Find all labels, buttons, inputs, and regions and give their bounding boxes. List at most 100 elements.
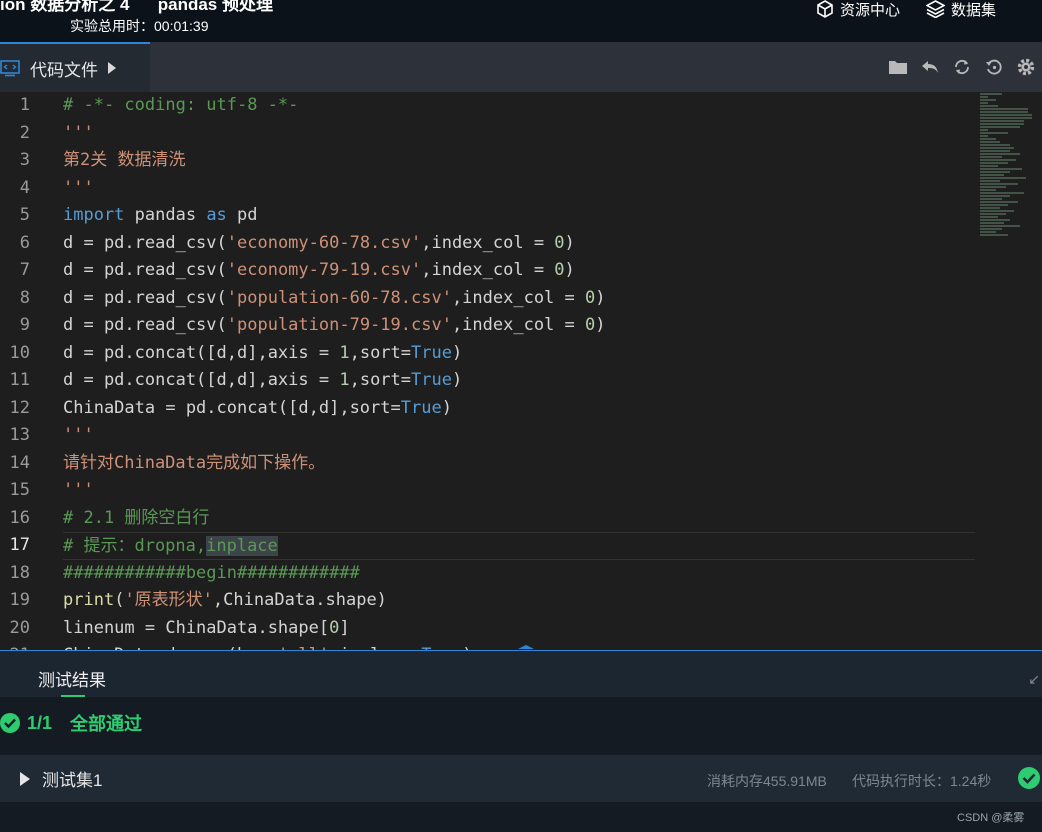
cube-icon [817, 0, 833, 18]
tab-code-file-label: 代码文件 [30, 60, 98, 80]
layers-icon [926, 0, 945, 18]
minimap-line [980, 177, 1026, 179]
code-line[interactable]: 请针对ChinaData完成如下操作。 [63, 450, 972, 478]
dataset-link[interactable]: 数据集 [926, 0, 996, 19]
check-circle-icon [1018, 767, 1040, 789]
line-number: 18 [9, 562, 30, 583]
minimap-line [980, 192, 1024, 194]
code-line[interactable]: d = pd.read_csv('population-60-78.csv',i… [63, 285, 972, 313]
code-line[interactable]: d = pd.concat([d,d],axis = 1,sort=True) [63, 367, 972, 395]
resource-center-link[interactable]: 资源中心 [816, 0, 901, 19]
code-file-icon [0, 59, 20, 77]
editor-tools [882, 42, 1042, 92]
tab-code-file[interactable]: 代码文件 [0, 42, 150, 92]
minimap-line [980, 153, 1020, 155]
line-number: 2 [19, 122, 30, 143]
check-circle-icon [0, 713, 20, 733]
top-header: ion 数据分析之 4 pandas 预处理 实验总用时：00:01:39 资源… [0, 0, 1042, 42]
minimap-line [980, 213, 1006, 215]
line-number: 16 [9, 507, 30, 528]
code-line[interactable]: # -*- coding: utf-8 -*- [63, 92, 972, 120]
line-number: 20 [9, 617, 30, 638]
minimap-line [980, 156, 1002, 158]
folder-button[interactable] [882, 51, 914, 83]
code-line[interactable]: # 2.1 删除空白行 [63, 505, 972, 533]
minimap-line [980, 222, 1004, 224]
line-number-active: 17 [9, 535, 30, 555]
gear-icon [1017, 58, 1035, 76]
minimap-line [980, 111, 1028, 113]
code-line[interactable]: 第2关 数据清洗 [63, 147, 972, 175]
line-number: 21 [0, 642, 44, 650]
settings-button[interactable] [1010, 51, 1042, 83]
page-title: ion 数据分析之 4 pandas 预处理 [0, 0, 273, 14]
minimap-line [980, 162, 1008, 164]
line-number: 10 [9, 342, 30, 363]
line-number: 14 [9, 452, 30, 473]
minimap-line [980, 201, 1018, 203]
code-line-current[interactable]: # 提示：dropna,inplace [63, 532, 975, 560]
undo-button[interactable] [914, 51, 946, 83]
minimap-line [980, 165, 998, 167]
minimap-line [980, 108, 1028, 110]
tab-test-results[interactable]: 测试结果 [38, 666, 106, 691]
resource-center-label: 资源中心 [840, 1, 901, 19]
line-number: 13 [9, 425, 30, 445]
code-line[interactable]: ''' [63, 477, 972, 505]
code-line[interactable]: d = pd.read_csv('economy-60-78.csv',inde… [63, 230, 972, 258]
code-line[interactable]: ''' [63, 175, 972, 203]
testset-row[interactable]: 测试集1 消耗内存455.91MB 代码执行时长：1.24秒 [0, 755, 1042, 802]
minimap-line [980, 129, 988, 131]
testset-memory: 消耗内存455.91MB [707, 773, 827, 789]
results-panel: 1/1 全部通过 测试集1 消耗内存455.91MB 代码执行时长：1.24秒 [0, 697, 1042, 832]
line-number: 9 [19, 315, 30, 335]
minimap-line [980, 138, 996, 140]
minimap-line [980, 180, 1000, 182]
minimap-line [980, 234, 1008, 236]
minimap-line [980, 126, 1020, 128]
undo-icon [922, 61, 938, 73]
code-line[interactable]: import pandas as pd [63, 202, 972, 230]
minimap-line [980, 207, 1000, 209]
csdn-watermark: CSDN @柔雾 [957, 812, 1025, 824]
results-panel-header: 测试结果 ↙ [0, 650, 1042, 698]
minimap-line [980, 198, 1002, 200]
code-minimap[interactable] [980, 92, 1036, 237]
minimap-line [980, 186, 1006, 188]
pass-status: 全部通过 [70, 714, 143, 734]
history-button[interactable] [978, 51, 1010, 83]
code-line[interactable]: d = pd.concat([d,d],axis = 1,sort=True) [63, 340, 972, 368]
minimap-line [980, 231, 996, 233]
minimap-line [980, 102, 988, 104]
line-number: 12 [9, 397, 30, 418]
code-line[interactable]: ''' [63, 120, 972, 148]
line-number: 15 [9, 480, 30, 500]
code-lines[interactable]: # -*- coding: utf-8 -*- ''' 第2关 数据清洗 ''' imp… [63, 92, 975, 650]
refresh-button[interactable] [946, 51, 978, 83]
collapse-icon[interactable]: ↙ [1028, 671, 1040, 688]
line-number: 3 [19, 150, 30, 170]
code-line[interactable]: ''' [63, 422, 972, 450]
minimap-line [980, 150, 1010, 152]
code-line[interactable]: d = pd.read_csv('economy-79-19.csv',inde… [63, 257, 972, 285]
minimap-line [980, 105, 998, 107]
minimap-line [980, 183, 1018, 185]
code-line[interactable]: print('原表形状',ChinaData.shape) [63, 587, 972, 615]
code-line[interactable]: linenum = ChinaData.shape[0] [63, 615, 972, 643]
refresh-icon [955, 59, 969, 75]
testset-duration: 代码执行时长：1.24秒 [852, 773, 992, 789]
expand-triangle-icon[interactable] [20, 771, 30, 786]
pass-count: 1/1 [27, 712, 53, 733]
minimap-line [980, 123, 1024, 125]
code-line[interactable]: ChinaData = pd.concat([d,d],sort=True) [63, 395, 972, 423]
elapsed-value: 00:01:39 [154, 18, 209, 34]
code-line[interactable]: d = pd.read_csv('population-79-19.csv',i… [63, 312, 972, 340]
minimap-line [980, 210, 1014, 212]
folder-icon [889, 61, 907, 74]
minimap-line [980, 114, 1032, 116]
editor-toolbar: 代码文件 [0, 42, 1042, 92]
minimap-line [980, 174, 1004, 176]
code-editor[interactable]: 1 2 3 4 5 6 7 8 9 10 11 12 13 14 15 16 1… [0, 92, 1042, 650]
history-icon [986, 59, 1002, 75]
code-line[interactable]: ############begin############ [63, 560, 972, 588]
